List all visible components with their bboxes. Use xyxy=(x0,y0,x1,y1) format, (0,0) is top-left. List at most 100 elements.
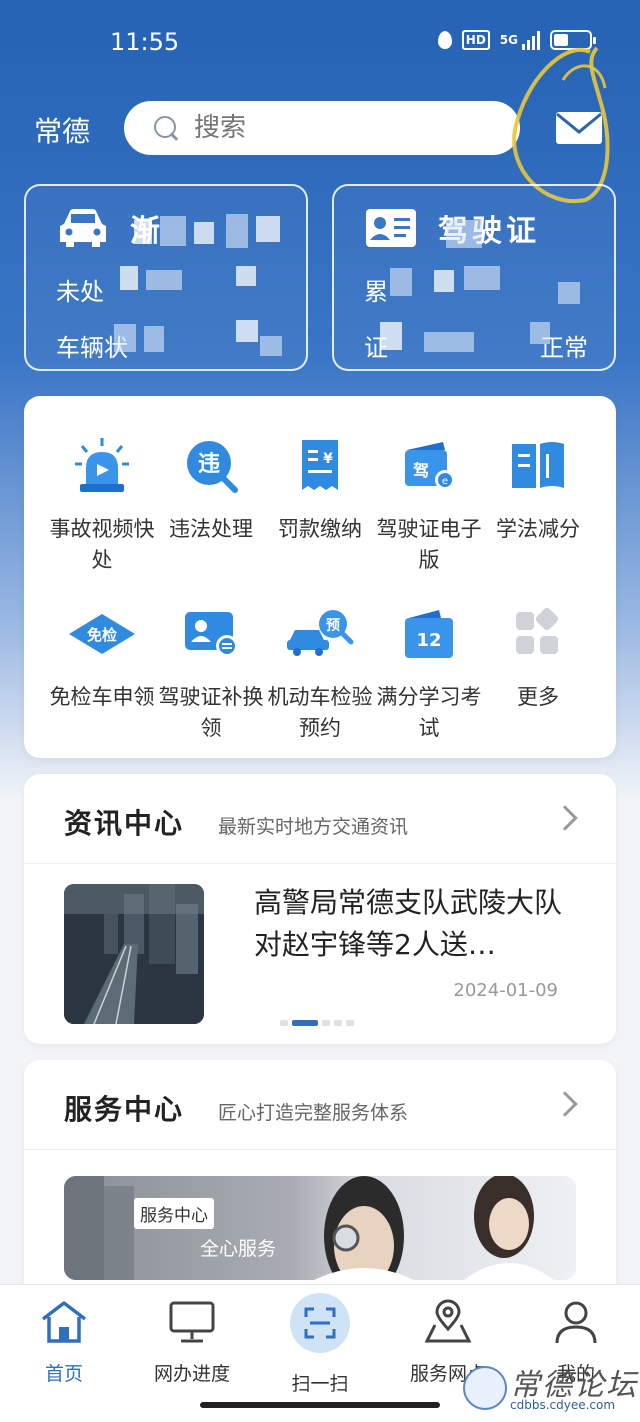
services-grid: 事故视频快处 违 违法处理 ¥ 罚款缴纳 驾 e 驾驶证电子版 学法减分 免检 … xyxy=(24,396,616,758)
home-indicator xyxy=(200,1402,440,1408)
tab-label: 网办进度 xyxy=(153,1363,230,1385)
scan-icon xyxy=(304,1307,336,1339)
service-label: 驾驶证电子版 xyxy=(376,517,482,572)
tab-progress[interactable]: 网办进度 xyxy=(128,1299,256,1386)
service-label: 更多 xyxy=(517,685,559,709)
svg-text:预: 预 xyxy=(326,618,340,634)
svg-text:e: e xyxy=(442,476,448,487)
tab-label: 首页 xyxy=(44,1363,83,1385)
monitor-icon xyxy=(169,1301,215,1343)
service-full-score-exam[interactable]: 12 满分学习考试 xyxy=(370,604,488,744)
service-study-deduct[interactable]: 学法减分 xyxy=(479,436,597,545)
search-icon xyxy=(154,116,178,140)
service-label: 驾驶证补换领 xyxy=(158,685,264,740)
svg-text:¥: ¥ xyxy=(323,451,333,467)
privacy-mosaic xyxy=(226,214,248,248)
news-subtitle: 最新实时地方交通资讯 xyxy=(218,816,409,838)
battery-icon xyxy=(550,30,596,50)
violation-search-icon: 违 xyxy=(187,441,238,493)
license-card[interactable]: 驾驶证 累 证 正常 xyxy=(332,184,616,371)
service-label: 学法减分 xyxy=(496,517,580,541)
search-bar[interactable] xyxy=(124,101,520,155)
privacy-mosaic xyxy=(114,324,136,352)
search-input[interactable] xyxy=(194,113,494,143)
status-time: 11:55 xyxy=(110,28,180,56)
service-violation[interactable]: 违 违法处理 xyxy=(152,436,270,545)
svg-text:驾: 驾 xyxy=(412,461,429,480)
network-type: 5G xyxy=(499,33,518,47)
privacy-mosaic xyxy=(194,222,214,244)
id-card-icon xyxy=(366,209,416,247)
service-fine-payment[interactable]: ¥ 罚款缴纳 xyxy=(261,436,379,545)
tab-home[interactable]: 首页 xyxy=(0,1299,128,1386)
inspection-free-icon: 免检 xyxy=(69,614,135,654)
mail-icon[interactable] xyxy=(554,108,604,148)
service-center-section: 服务中心 匠心打造完整服务体系 服务中心 全心服务 xyxy=(24,1060,616,1300)
license-points-label: 累 xyxy=(364,278,388,306)
privacy-mosaic xyxy=(380,322,402,350)
privacy-mosaic xyxy=(434,270,454,292)
home-icon xyxy=(41,1301,87,1343)
news-thumbnail[interactable] xyxy=(64,884,204,1024)
service-label: 违法处理 xyxy=(169,517,253,541)
e-license-icon: 驾 e xyxy=(405,442,455,490)
privacy-mosaic xyxy=(134,220,152,244)
chevron-right-icon xyxy=(552,805,578,831)
privacy-mosaic xyxy=(260,336,282,356)
map-pin-icon xyxy=(424,1299,472,1343)
service-inspection-free[interactable]: 免检 免检车申领 xyxy=(43,604,161,713)
news-title: 资讯中心 xyxy=(64,807,185,840)
privacy-mosaic xyxy=(146,270,182,290)
news-item-date: 2024-01-09 xyxy=(453,980,558,1001)
privacy-mosaic xyxy=(424,332,474,352)
vehicle-card[interactable]: 渐 未处 车辆状 xyxy=(24,184,308,371)
service-label: 免检车申领 xyxy=(49,685,155,709)
tab-label: 扫一扫 xyxy=(291,1373,349,1395)
service-banner[interactable]: 服务中心 全心服务 xyxy=(64,1176,576,1280)
service-label: 机动车检验预约 xyxy=(267,685,373,740)
vehicle-inspection-icon: 预 xyxy=(287,610,354,656)
calendar-12-icon: 12 xyxy=(405,610,453,658)
svg-text:免检: 免检 xyxy=(87,626,117,644)
hd-icon: HD xyxy=(461,30,490,50)
service-license-renew[interactable]: 驾驶证补换领 xyxy=(152,604,270,744)
license-renew-icon xyxy=(185,612,238,657)
service-more[interactable]: 更多 xyxy=(479,604,597,713)
svg-text:违: 违 xyxy=(198,451,220,477)
status-icons: HD 5G xyxy=(437,30,596,50)
service-center-subtitle: 匠心打造完整服务体系 xyxy=(218,1102,409,1124)
service-accident-video[interactable]: 事故视频快处 xyxy=(43,436,161,576)
user-icon xyxy=(555,1301,597,1344)
service-center-header[interactable]: 服务中心 匠心打造完整服务体系 xyxy=(24,1060,616,1150)
carousel-dots xyxy=(280,1020,354,1026)
tab-scan[interactable]: 扫一扫 xyxy=(256,1293,384,1396)
service-label: 满分学习考试 xyxy=(376,685,482,740)
privacy-mosaic xyxy=(530,322,550,344)
news-item-title[interactable]: 高警局常德支队武陵大队对赵宇锋等2人送… xyxy=(254,882,584,966)
vehicle-pending-label: 未处 xyxy=(56,278,104,306)
scan-button[interactable] xyxy=(290,1293,350,1353)
privacy-mosaic xyxy=(144,326,164,352)
service-label: 罚款缴纳 xyxy=(278,517,362,541)
more-grid-icon xyxy=(516,607,559,654)
car-icon xyxy=(60,209,106,247)
service-e-license[interactable]: 驾 e 驾驶证电子版 xyxy=(370,436,488,576)
privacy-mosaic xyxy=(236,320,258,342)
signal-icon xyxy=(522,30,540,50)
privacy-mosaic xyxy=(256,216,280,242)
drop-icon xyxy=(437,31,452,49)
service-label: 事故视频快处 xyxy=(49,517,155,572)
svg-text:12: 12 xyxy=(416,630,441,651)
service-vehicle-inspection[interactable]: 预 机动车检验预约 xyxy=(261,604,379,744)
chevron-right-icon xyxy=(552,1091,578,1117)
privacy-mosaic xyxy=(558,282,580,304)
city-selector[interactable]: 常德 xyxy=(34,110,90,150)
watermark-seal xyxy=(463,1366,507,1410)
siren-icon xyxy=(75,438,129,492)
privacy-mosaic xyxy=(160,216,186,246)
service-center-title: 服务中心 xyxy=(64,1093,185,1126)
privacy-mosaic xyxy=(236,266,256,286)
news-section: 资讯中心 最新实时地方交通资讯 高警局常德支队武陵大队对赵宇锋等2人送… 202… xyxy=(24,774,616,1044)
news-header[interactable]: 资讯中心 最新实时地方交通资讯 xyxy=(24,774,616,864)
banner-tag: 服务中心 xyxy=(134,1198,214,1229)
